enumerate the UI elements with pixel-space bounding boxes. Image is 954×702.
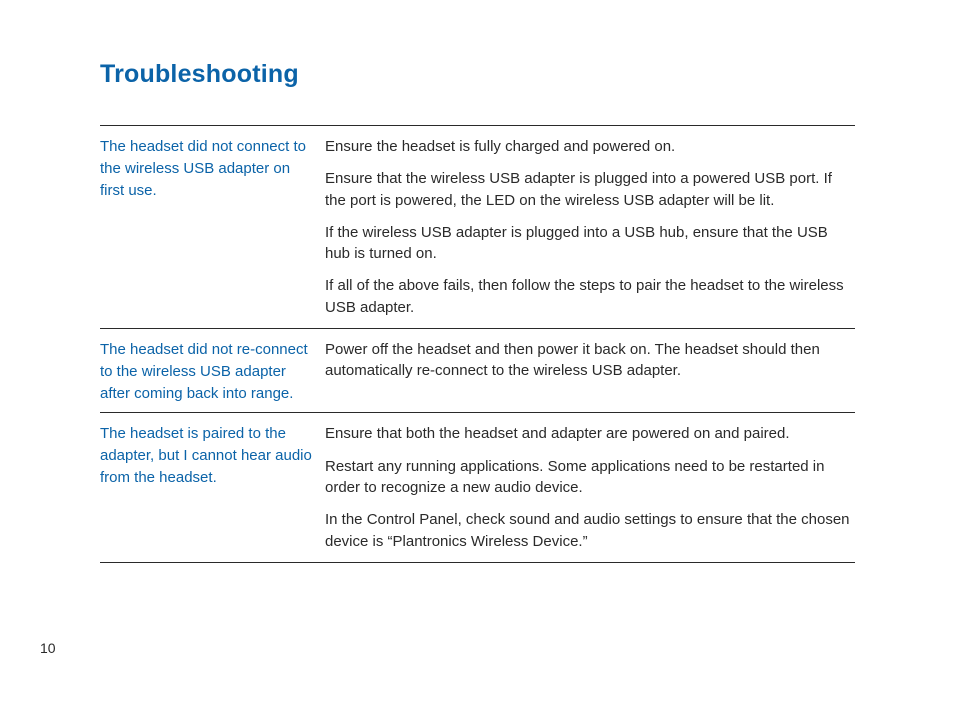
solution-text: Power off the headset and then power it … [325, 339, 855, 382]
solution-text: Ensure that the wireless USB adapter is … [325, 168, 855, 211]
solution-text: Ensure the headset is fully charged and … [325, 136, 855, 157]
page: Troubleshooting The headset did not conn… [0, 0, 954, 702]
solution-text: Ensure that both the headset and adapter… [325, 423, 855, 444]
solution-cell: Power off the headset and then power it … [325, 339, 855, 384]
solution-text: Restart any running applications. Some a… [325, 456, 855, 499]
problem-cell: The headset did not connect to the wirel… [100, 136, 325, 201]
page-number: 10 [40, 640, 56, 656]
solution-text: In the Control Panel, check sound and au… [325, 509, 855, 552]
solution-text: If the wireless USB adapter is plugged i… [325, 222, 855, 265]
problem-cell: The headset did not re-connect to the wi… [100, 339, 325, 404]
table-row: The headset did not connect to the wirel… [100, 126, 855, 329]
table-row: The headset is paired to the adapter, bu… [100, 413, 855, 562]
solution-cell: Ensure that both the headset and adapter… [325, 423, 855, 553]
problem-cell: The headset is paired to the adapter, bu… [100, 423, 325, 488]
page-title: Troubleshooting [100, 60, 894, 89]
table-row: The headset did not re-connect to the wi… [100, 329, 855, 413]
solution-cell: Ensure the headset is fully charged and … [325, 136, 855, 320]
solution-text: If all of the above fails, then follow t… [325, 275, 855, 318]
troubleshoot-table: The headset did not connect to the wirel… [100, 125, 855, 563]
